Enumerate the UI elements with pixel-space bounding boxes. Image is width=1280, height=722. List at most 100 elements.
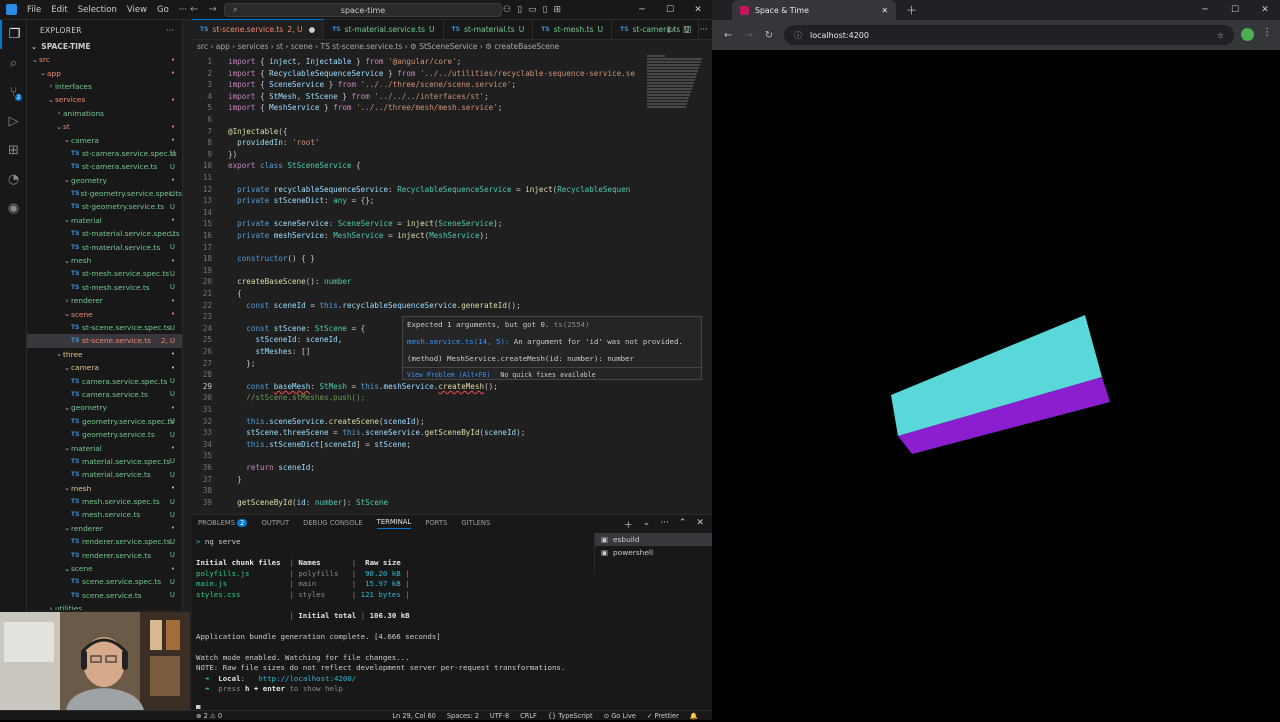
toggle-panel-icon[interactable]: ▭ bbox=[528, 5, 537, 15]
panel-tab-problems[interactable]: PROBLEMS 2 bbox=[198, 519, 248, 527]
tree-file[interactable]: TS st-camera.service.spec.ts U bbox=[27, 147, 182, 160]
tree-folder[interactable]: ⌄ mesh • bbox=[27, 482, 182, 495]
panel-tab-ports[interactable]: PORTS bbox=[425, 519, 447, 527]
new-tab-icon[interactable]: ＋ bbox=[906, 2, 917, 18]
maximize-panel-icon[interactable]: ⌃ bbox=[679, 518, 687, 531]
tree-file[interactable]: TS st-camera.service.ts U bbox=[27, 160, 182, 173]
tree-file[interactable]: TS mesh.service.spec.ts U bbox=[27, 495, 182, 508]
tree-folder[interactable]: ⌄ material • bbox=[27, 441, 182, 454]
cursor-position[interactable]: Ln 29, Col 60 bbox=[392, 712, 436, 720]
new-terminal-icon[interactable]: ＋ bbox=[624, 518, 633, 531]
source-control-icon[interactable]: ⑂ 2 bbox=[0, 78, 27, 107]
menu-item-selection[interactable]: Selection bbox=[73, 5, 122, 15]
tree-folder[interactable]: ⌄ three • bbox=[27, 348, 182, 361]
menu-item-edit[interactable]: Edit bbox=[46, 5, 72, 15]
tree-folder[interactable]: ⌄ camera • bbox=[27, 361, 182, 374]
tree-file[interactable]: TS geometry.service.spec.ts U bbox=[27, 415, 182, 428]
menu-item-view[interactable]: View bbox=[122, 5, 152, 15]
tree-folder[interactable]: › animations bbox=[27, 107, 182, 120]
notifications-icon[interactable]: 🔔 bbox=[690, 712, 698, 720]
tree-folder[interactable]: ⌄ camera • bbox=[27, 133, 182, 146]
project-root[interactable]: ⌄ SPACE-TIME bbox=[27, 40, 182, 53]
tree-file[interactable]: TS geometry.service.ts U bbox=[27, 428, 182, 441]
site-info-icon[interactable]: ⓘ bbox=[794, 30, 802, 41]
tree-file[interactable]: TS st-geometry.service.ts U bbox=[27, 200, 182, 213]
tree-file[interactable]: TS scene.service.spec.ts U bbox=[27, 575, 182, 588]
tree-folder[interactable]: ⌄ renderer • bbox=[27, 522, 182, 535]
back-icon[interactable]: ← bbox=[724, 30, 732, 41]
three-canvas[interactable] bbox=[712, 50, 1280, 720]
remote-explorer-icon[interactable]: ◔ bbox=[0, 165, 27, 194]
tree-file[interactable]: TS camera.service.ts U bbox=[27, 388, 182, 401]
address-bar[interactable]: ⓘ localhost:4200 ☆ bbox=[784, 25, 1234, 45]
terminal-dropdown-icon[interactable]: ⌄ bbox=[643, 518, 651, 531]
tree-folder[interactable]: ⌄ geometry • bbox=[27, 401, 182, 414]
tree-folder[interactable]: ⌄ material • bbox=[27, 214, 182, 227]
go-live-button[interactable]: ⊙ Go Live bbox=[604, 712, 636, 720]
close-icon[interactable]: ✕ bbox=[1250, 5, 1280, 15]
tree-folder[interactable]: ⌄ st • bbox=[27, 120, 182, 133]
minimap[interactable] bbox=[647, 54, 705, 114]
terminal-instance[interactable]: ▣ powershell bbox=[595, 546, 712, 559]
tree-folder[interactable]: › utilities bbox=[27, 602, 182, 610]
language-mode[interactable]: {} TypeScript bbox=[548, 712, 593, 720]
tab-st-material-ts[interactable]: TS st-material.ts U bbox=[444, 19, 534, 39]
maximize-icon[interactable]: ☐ bbox=[656, 5, 684, 15]
split-editor-icon[interactable]: ◫ bbox=[683, 25, 692, 35]
tree-folder[interactable]: › renderer • bbox=[27, 294, 182, 307]
tree-folder[interactable]: ⌄ services • bbox=[27, 93, 182, 106]
minimize-icon[interactable]: ─ bbox=[1190, 5, 1220, 15]
encoding[interactable]: UTF-8 bbox=[490, 712, 509, 720]
tree-folder[interactable]: ⌄ app • bbox=[27, 66, 182, 79]
more-actions-icon[interactable]: ··· bbox=[699, 25, 708, 35]
tree-file[interactable]: TS st-mesh.service.spec.ts U bbox=[27, 267, 182, 280]
more-actions-icon[interactable]: ··· bbox=[660, 518, 669, 531]
breadcrumb[interactable]: src › app › services › st › scene › TS s… bbox=[192, 40, 712, 52]
indentation[interactable]: Spaces: 2 bbox=[447, 712, 479, 720]
tree-file[interactable]: TS scene.service.ts U bbox=[27, 589, 182, 602]
tree-file[interactable]: TS st-material.service.spec.ts U bbox=[27, 227, 182, 240]
tree-file[interactable]: TS st-geometry.service.spec.ts U bbox=[27, 187, 182, 200]
search-view-icon[interactable]: ⌕ bbox=[0, 49, 27, 78]
explorer-icon[interactable]: ❐ bbox=[0, 20, 27, 49]
tree-folder[interactable]: ⌄ scene • bbox=[27, 307, 182, 320]
panel-tab-output[interactable]: OUTPUT bbox=[261, 519, 289, 527]
browser-menu-icon[interactable]: ⋮ bbox=[1262, 27, 1272, 38]
minimize-icon[interactable]: ─ bbox=[628, 5, 656, 15]
tree-file[interactable]: TS st-mesh.service.ts U bbox=[27, 281, 182, 294]
tree-file[interactable]: TS st-material.service.ts U bbox=[27, 240, 182, 253]
browser-tab[interactable]: Space & Time ✕ bbox=[732, 0, 896, 20]
run-icon[interactable]: ▷ bbox=[668, 25, 675, 35]
panel-tab-debug-console[interactable]: DEBUG CONSOLE bbox=[303, 519, 363, 527]
maximize-icon[interactable]: ☐ bbox=[1220, 5, 1250, 15]
terminal-output[interactable]: > ng serve Initial chunk files | Names |… bbox=[196, 537, 586, 709]
command-center-search[interactable]: ⌕ space-time bbox=[224, 3, 502, 17]
tree-folder[interactable]: ⌄ scene • bbox=[27, 562, 182, 575]
more-actions-icon[interactable]: ··· bbox=[166, 26, 174, 35]
tree-file[interactable]: TS camera.service.spec.ts U bbox=[27, 374, 182, 387]
tab-st-scene-service-ts[interactable]: TS st-scene.service.ts 2, U ● bbox=[192, 19, 325, 39]
tree-file[interactable]: TS renderer.service.ts U bbox=[27, 548, 182, 561]
customize-layout-icon[interactable]: ⊞ bbox=[554, 5, 562, 15]
tab-st-material-service-ts[interactable]: TS st-material.service.ts U bbox=[324, 19, 444, 39]
terminal-instance[interactable]: ▣ esbuild bbox=[595, 533, 712, 546]
hover-related-link[interactable]: mesh.service.ts(14, 5): bbox=[407, 337, 509, 346]
tree-file[interactable]: TS renderer.service.spec.ts U bbox=[27, 535, 182, 548]
forward-icon[interactable]: → bbox=[744, 30, 752, 41]
line-endings[interactable]: CRLF bbox=[520, 712, 537, 720]
close-panel-icon[interactable]: ✕ bbox=[696, 518, 704, 531]
gitlens-icon[interactable]: ◉ bbox=[0, 194, 27, 223]
tab-st-mesh-ts[interactable]: TS st-mesh.ts U bbox=[533, 19, 613, 39]
bookmark-star-icon[interactable]: ☆ bbox=[1217, 31, 1224, 40]
extensions-icon[interactable]: ⊞ bbox=[0, 136, 27, 165]
tree-file[interactable]: TS st-scene.service.ts 2, U bbox=[27, 334, 182, 348]
panel-tab-gitlens[interactable]: GITLENS bbox=[461, 519, 490, 527]
run-debug-icon[interactable]: ▷ bbox=[0, 107, 27, 136]
menu-item-file[interactable]: File bbox=[22, 5, 46, 15]
panel-tab-terminal[interactable]: TERMINAL bbox=[376, 518, 412, 529]
tree-file[interactable]: TS material.service.ts U bbox=[27, 468, 182, 481]
tree-folder[interactable]: ⌄ mesh • bbox=[27, 254, 182, 267]
forward-arrow-icon[interactable]: → bbox=[208, 4, 216, 15]
tree-folder[interactable]: ⌄ src • bbox=[27, 53, 182, 66]
unsaved-dot-icon[interactable]: ● bbox=[309, 25, 316, 34]
